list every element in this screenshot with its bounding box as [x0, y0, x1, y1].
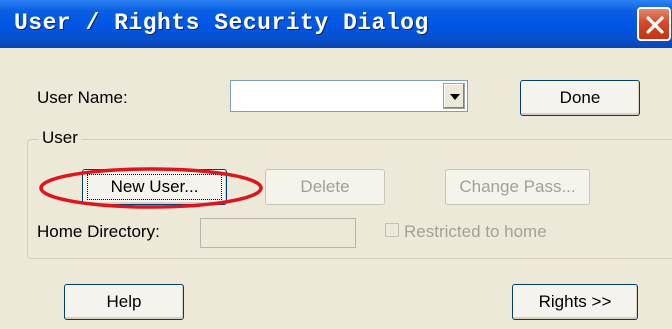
delete-button[interactable]: Delete	[265, 169, 385, 205]
change-pass-button-label: Change Pass...	[459, 177, 576, 196]
delete-button-label: Delete	[300, 177, 350, 196]
user-group-title: User	[38, 128, 82, 148]
security-dialog: User / Rights Security Dialog User Name:…	[0, 0, 672, 329]
close-button[interactable]	[637, 7, 671, 41]
home-directory-label: Home Directory:	[37, 222, 160, 241]
help-button[interactable]: Help	[64, 284, 184, 320]
help-button-label: Help	[106, 292, 142, 311]
restricted-to-home-checkbox[interactable]	[385, 223, 399, 237]
change-pass-button[interactable]: Change Pass...	[445, 169, 590, 205]
done-button[interactable]: Done	[520, 80, 640, 116]
user-name-combobox[interactable]	[230, 80, 468, 112]
title-bar[interactable]: User / Rights Security Dialog	[0, 0, 672, 48]
chevron-down-icon	[450, 94, 460, 100]
restricted-to-home-label: Restricted to home	[404, 222, 547, 241]
user-name-label: User Name:	[37, 88, 128, 107]
home-directory-field[interactable]	[200, 218, 356, 248]
rights-button-label: Rights >>	[538, 292, 612, 311]
close-icon	[646, 16, 664, 34]
window-title: User / Rights Security Dialog	[14, 10, 429, 36]
dropdown-arrow-button[interactable]	[443, 83, 465, 109]
done-button-label: Done	[559, 88, 601, 107]
red-highlight-ellipse	[39, 167, 263, 209]
rights-button[interactable]: Rights >>	[512, 284, 638, 320]
